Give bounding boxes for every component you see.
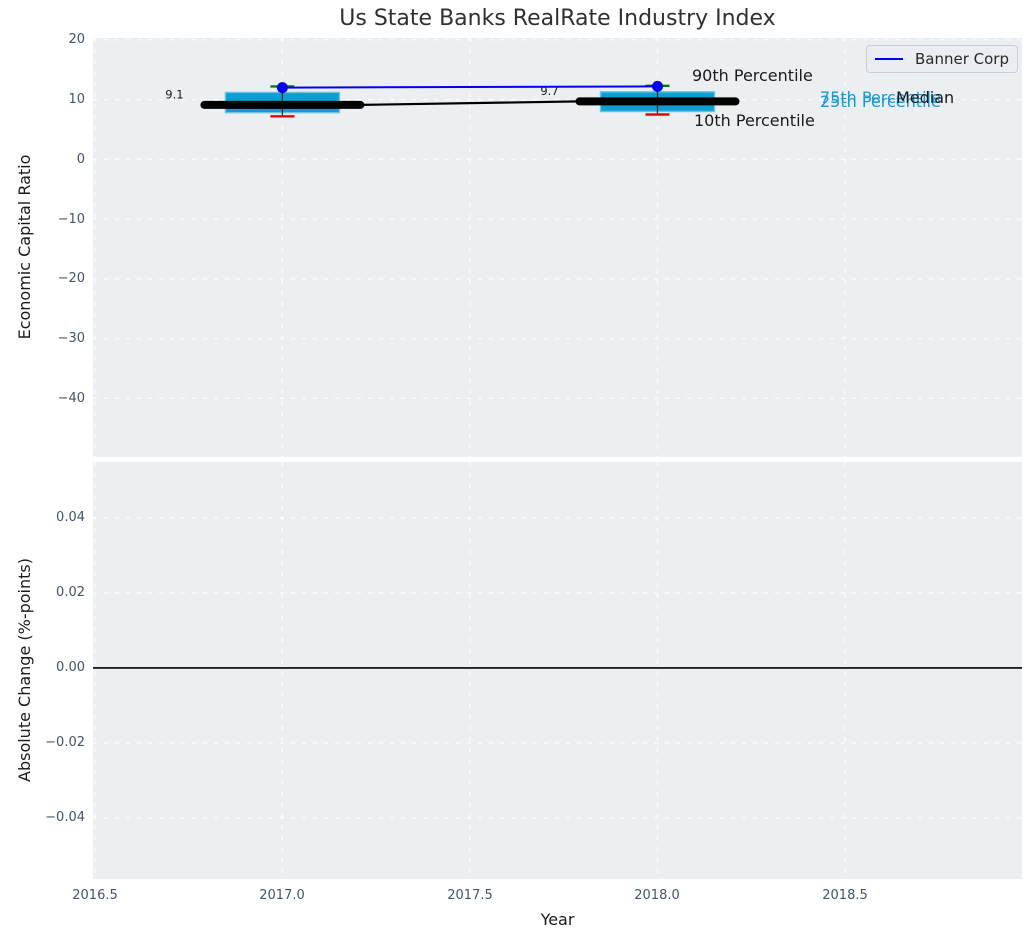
ytick-plot1-0.00: 0.00	[35, 658, 85, 677]
plot-bg-1	[93, 462, 1022, 879]
banner-corp-line	[282, 86, 657, 87]
chart-title: Us State Banks RealRate Industry Index	[93, 6, 1022, 31]
legend-line-sample	[875, 58, 903, 60]
ytick-plot1-−0.04: −0.04	[35, 808, 85, 827]
banner-corp-point-2017	[277, 82, 288, 93]
xtick-2018.5: 2018.5	[810, 886, 880, 905]
ytick-plot1-0.02: 0.02	[35, 583, 85, 602]
ytick-plot0-−10: −10	[35, 210, 85, 229]
label-90th-percentile: 90th Percentile	[692, 66, 813, 86]
xtick-2018.0: 2018.0	[622, 886, 692, 905]
banner-corp-point-2018	[652, 81, 663, 92]
x-axis-label: Year	[93, 910, 1022, 929]
xtick-2017.0: 2017.0	[247, 886, 317, 905]
y-axis-label-top: Economic Capital Ratio	[15, 37, 37, 457]
label-10th-percentile: 10th Percentile	[694, 111, 815, 131]
xtick-2017.5: 2017.5	[435, 886, 505, 905]
ytick-plot0-20: 20	[35, 30, 85, 49]
ytick-plot0-0: 0	[35, 150, 85, 169]
ytick-plot1-0.04: 0.04	[35, 508, 85, 527]
chart-svg: 9.19.7	[0, 0, 1034, 942]
ytick-plot0-−40: −40	[35, 389, 85, 408]
ytick-plot0-10: 10	[35, 90, 85, 109]
figure: 9.19.7 Us State Banks RealRate Industry …	[0, 0, 1034, 942]
ytick-plot1-−0.02: −0.02	[35, 733, 85, 752]
label-median: Median	[896, 88, 954, 108]
ytick-plot0-−30: −30	[35, 329, 85, 348]
y-axis-label-bottom: Absolute Change (%-points)	[15, 460, 37, 880]
legend-label: Banner Corp	[915, 50, 1009, 68]
median-value-annotation-2017: 9.1	[165, 87, 183, 101]
ytick-plot0-−20: −20	[35, 269, 85, 288]
legend: Banner Corp	[866, 45, 1018, 73]
xtick-2016.5: 2016.5	[60, 886, 130, 905]
